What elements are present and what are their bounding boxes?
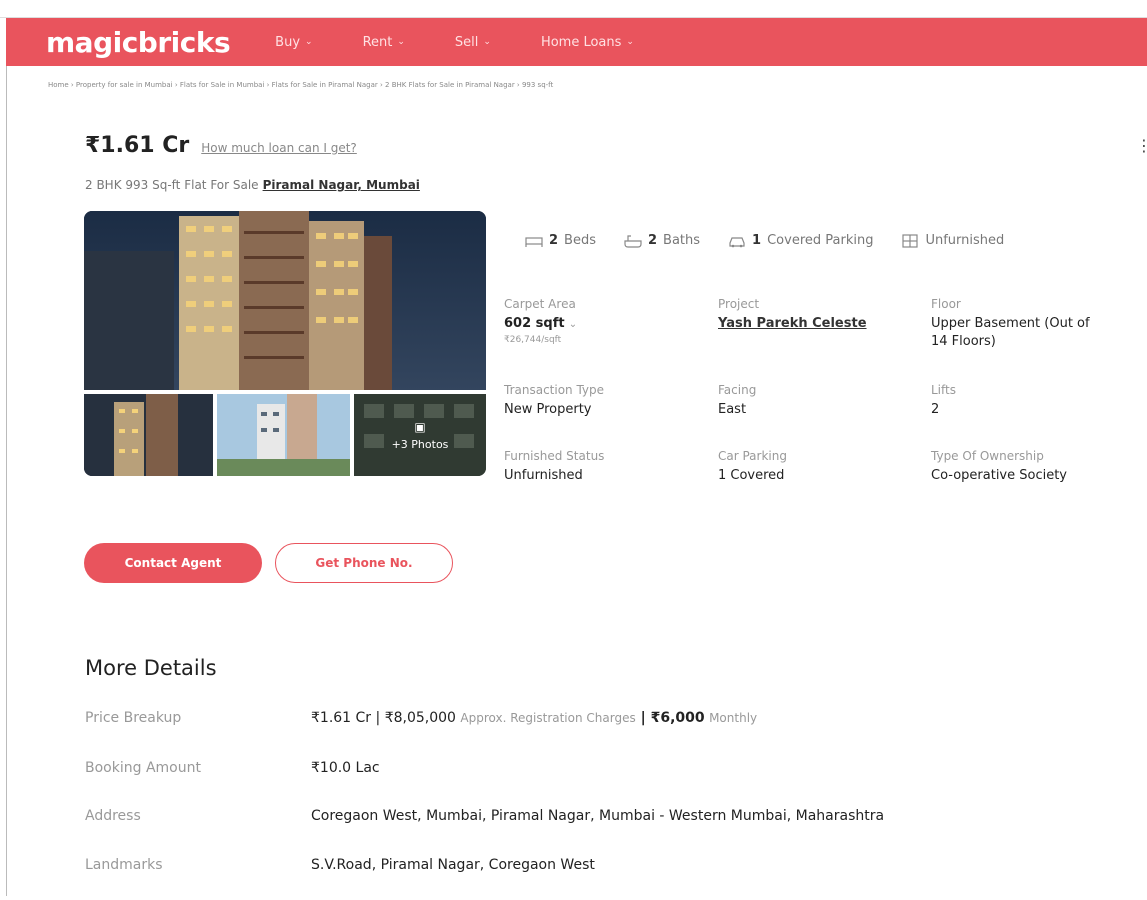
camera-icon: ▣ (414, 419, 426, 434)
gallery-thumbnail-more[interactable]: ▣ +3 Photos (354, 394, 486, 476)
more-photos-overlay[interactable]: ▣ +3 Photos (354, 394, 486, 476)
furniture-icon (901, 233, 919, 248)
amenities-row: 2 Beds 2 Baths 1 Covered Parking Unfurnishe… (525, 233, 1004, 248)
address-label: Address (85, 808, 141, 824)
price-row: ₹1.61 Cr How much loan can I get? (85, 133, 357, 158)
contact-agent-button[interactable]: Contact Agent (84, 543, 262, 583)
more-options-icon[interactable]: ⋮ (1136, 138, 1147, 154)
landmarks-label: Landmarks (85, 857, 163, 873)
site-logo[interactable]: magicbricks (46, 26, 231, 59)
spec-furnished-status: Furnished Status Unfurnished (504, 449, 605, 483)
nav-rent[interactable]: Rent ⌄ (363, 35, 405, 50)
spec-facing: Facing East (718, 383, 757, 417)
photo-gallery: ▣ +3 Photos (84, 211, 486, 476)
amenity-beds: 2 Beds (525, 233, 596, 248)
amenity-furnishing: Unfurnished (901, 233, 1004, 248)
booking-amount-value: ₹10.0 Lac (311, 760, 380, 776)
page-left-border (6, 66, 7, 896)
price-breakup-label: Price Breakup (85, 710, 182, 726)
spec-lifts: Lifts 2 (931, 383, 956, 417)
get-phone-button[interactable]: Get Phone No. (275, 543, 453, 583)
landmarks-value: S.V.Road, Piramal Nagar, Coregaon West (311, 857, 595, 873)
nav-sell[interactable]: Sell ⌄ (455, 35, 491, 50)
chevron-down-icon: ⌄ (626, 37, 634, 47)
main-property-photo[interactable] (84, 211, 486, 390)
more-details-heading: More Details (85, 656, 217, 680)
spec-project: Project Yash Parekh Celeste (718, 297, 867, 333)
browser-top-strip (0, 0, 1147, 18)
spec-car-parking: Car Parking 1 Covered (718, 449, 787, 483)
spec-ownership: Type Of Ownership Co-operative Society (931, 449, 1068, 483)
car-icon (728, 234, 746, 248)
spec-transaction-type: Transaction Type New Property (504, 383, 605, 417)
info-marker[interactable]: ⌄ (569, 319, 577, 330)
booking-amount-label: Booking Amount (85, 760, 201, 776)
address-value: Coregaon West, Mumbai, Piramal Nagar, Mu… (311, 808, 885, 824)
chevron-down-icon: ⌄ (397, 37, 405, 47)
listing-price: ₹1.61 Cr (85, 133, 190, 158)
listing-subtitle: 2 BHK 993 Sq-ft Flat For Sale Piramal Nag… (85, 178, 420, 192)
gallery-thumbnail[interactable] (84, 394, 213, 476)
bed-icon (525, 234, 543, 248)
breadcrumb[interactable]: Home › Property for sale in Mumbai › Fla… (48, 81, 553, 89)
project-link[interactable]: Yash Parekh Celeste (718, 315, 867, 333)
top-navbar: magicbricks Buy ⌄ Rent ⌄ Sell ⌄ Home Loans ⌄ (6, 18, 1147, 66)
spec-floor: Floor Upper Basement (Out of 14 Floors) (931, 297, 1090, 349)
price-breakup-value: ₹1.61 Cr | ₹8,05,000 Approx. Registratio… (311, 710, 758, 726)
loan-eligibility-link[interactable]: How much loan can I get? (201, 141, 357, 155)
spec-carpet-area: Carpet Area 602 sqft ⌄ ₹26,744/sqft (504, 297, 578, 345)
nav-buy[interactable]: Buy ⌄ (275, 35, 312, 50)
chevron-down-icon: ⌄ (483, 37, 491, 47)
nav-home-loans[interactable]: Home Loans ⌄ (541, 35, 634, 50)
building-photo-illustration (84, 211, 486, 390)
location-link[interactable]: Piramal Nagar, Mumbai (263, 178, 420, 192)
bath-icon (624, 234, 642, 248)
gallery-thumbnail[interactable] (217, 394, 350, 476)
amenity-parking: 1 Covered Parking (728, 233, 873, 248)
amenity-baths: 2 Baths (624, 233, 700, 248)
chevron-down-icon: ⌄ (305, 37, 313, 47)
